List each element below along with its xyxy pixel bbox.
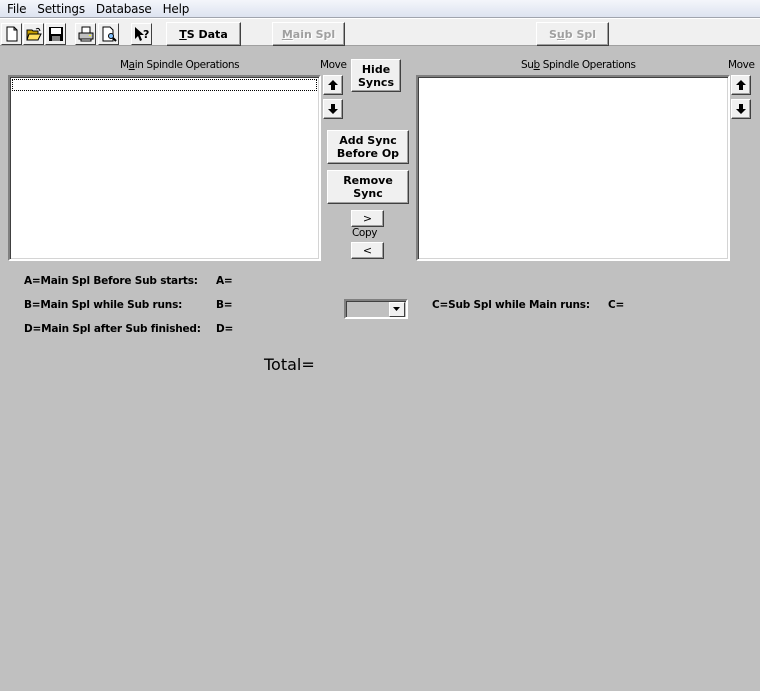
menu-settings[interactable]: Settings (30, 2, 85, 16)
open-button[interactable] (23, 23, 44, 45)
add-sync-label: Add Sync Before Op (336, 134, 400, 160)
sub-spl-button[interactable]: Sub Spl (536, 22, 609, 46)
b-description: B=Main Spl while Sub runs: (24, 299, 183, 311)
menu-help[interactable]: Help (156, 2, 190, 16)
total-label: Total= (264, 355, 315, 374)
sub-move-down-button[interactable] (731, 99, 751, 119)
hide-syncs-label: Hide Syncs (358, 62, 394, 89)
arrow-down-icon (736, 104, 746, 114)
b-value: B= (216, 299, 233, 311)
c-value: C= (608, 299, 625, 311)
sub-spindle-list[interactable] (416, 75, 730, 261)
new-file-icon (6, 26, 17, 42)
print-preview-button[interactable] (98, 23, 119, 45)
main-spindle-list[interactable] (8, 75, 321, 261)
context-help-icon: ? (134, 27, 149, 41)
copy-right-button[interactable]: > (351, 210, 384, 227)
print-preview-icon (102, 26, 117, 42)
add-sync-before-op-button[interactable]: Add Sync Before Op (327, 130, 409, 164)
main-move-up-button[interactable] (323, 75, 343, 95)
sub-move-up-button[interactable] (731, 75, 751, 95)
main-move-label: Move (320, 59, 347, 71)
remove-sync-label: Remove Sync (343, 174, 393, 200)
copy-label: Copy (352, 227, 378, 239)
menu-file[interactable]: File (0, 2, 26, 16)
print-button[interactable] (75, 23, 96, 45)
save-disk-icon (48, 27, 63, 41)
main-spindle-title: Main Spindle Operations (120, 59, 240, 71)
sub-spindle-title: Sub Spindle Operations (521, 59, 636, 71)
context-help-button[interactable]: ? (131, 23, 152, 45)
a-description: A=Main Spl Before Sub starts: (24, 275, 198, 287)
menu-database[interactable]: Database (89, 2, 152, 16)
ts-data-button[interactable]: TS Data (166, 22, 241, 46)
d-description: D=Main Spl after Sub finished: (24, 323, 201, 335)
arrow-down-icon (328, 104, 338, 114)
arrow-up-icon (328, 80, 338, 90)
hide-syncs-button[interactable]: Hide Syncs (351, 59, 401, 92)
print-icon (78, 26, 93, 42)
save-button[interactable] (45, 23, 66, 45)
new-file-button[interactable] (1, 23, 22, 45)
menu-bar: File Settings Database Help (0, 0, 760, 18)
svg-text:?: ? (143, 28, 149, 41)
copy-left-button[interactable]: < (351, 242, 384, 259)
open-folder-icon (25, 27, 42, 41)
chevron-down-icon (393, 307, 400, 311)
a-value: A= (216, 275, 233, 287)
toolbar: ? TS Data Main Spl Sub Spl (0, 18, 760, 46)
list-focus-row[interactable] (12, 79, 317, 91)
d-value: D= (216, 323, 234, 335)
main-spl-button[interactable]: Main Spl (272, 22, 345, 46)
c-description: C=Sub Spl while Main runs: (432, 299, 590, 311)
main-move-down-button[interactable] (323, 99, 343, 119)
remove-sync-button[interactable]: Remove Sync (327, 170, 409, 204)
sync-combo[interactable] (344, 299, 408, 319)
sub-move-label: Move (728, 59, 755, 71)
combo-dropdown-button[interactable] (389, 302, 405, 317)
arrow-up-icon (736, 80, 746, 90)
